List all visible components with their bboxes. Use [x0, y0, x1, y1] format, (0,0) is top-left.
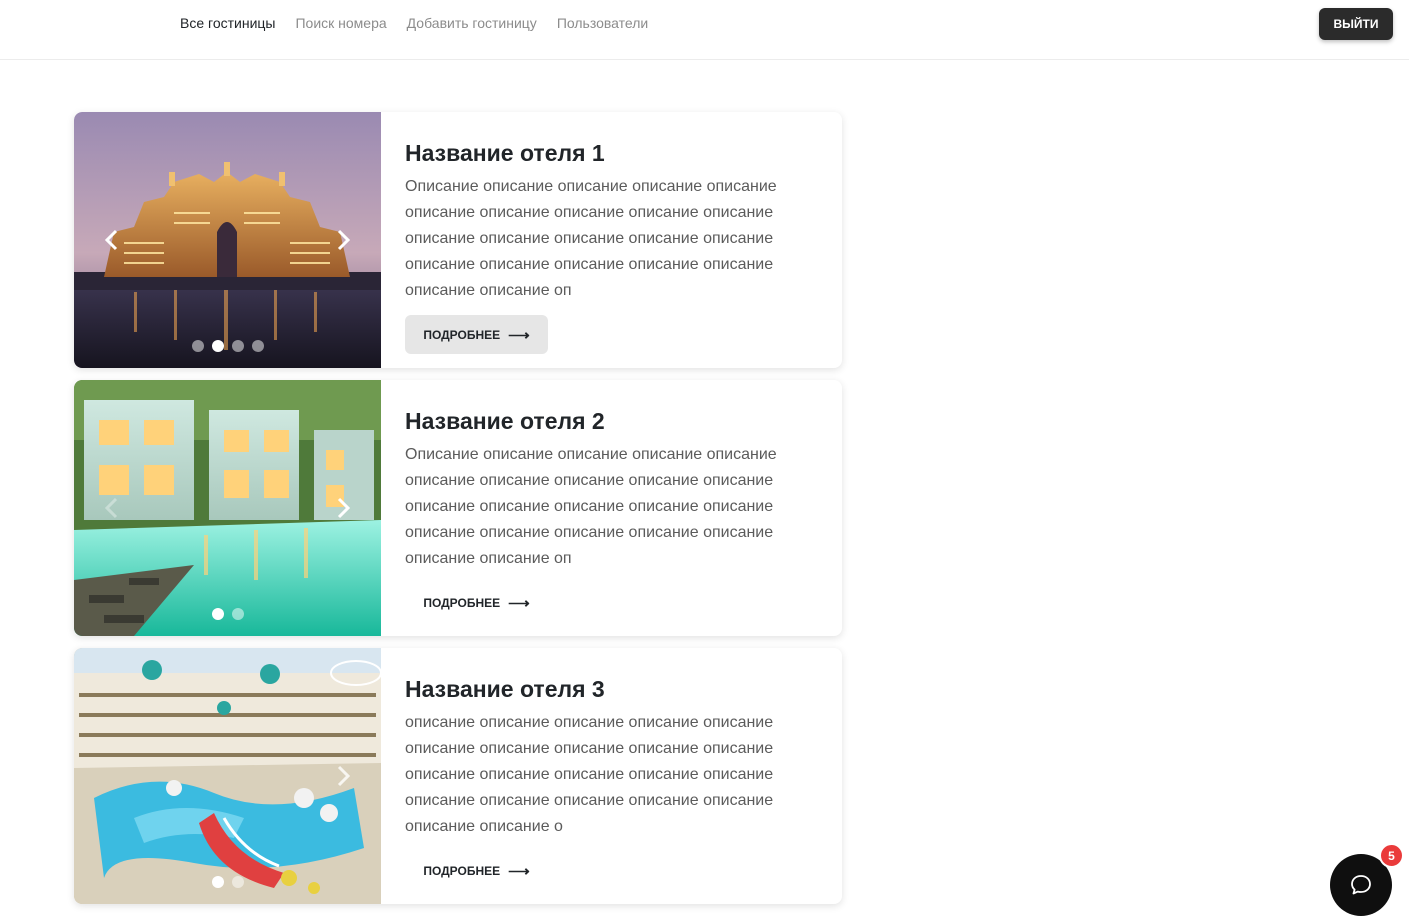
carousel-indicators: [74, 876, 381, 888]
nav-link-add-hotel[interactable]: Добавить гостиницу: [407, 14, 537, 32]
hotel-card-body: Название отеля 2 Описание описание описа…: [405, 406, 805, 572]
more-button[interactable]: ПОДРОБНЕЕ ⟶: [405, 315, 548, 354]
hotel-card: Название отеля 2 Описание описание описа…: [74, 380, 842, 636]
more-button[interactable]: ПОДРОБНЕЕ ⟶: [405, 583, 548, 622]
hotel-description: Описание описание описание описание опис…: [405, 178, 777, 299]
hotel-title: Название отеля 2: [405, 408, 605, 434]
hotel-card: Название отеля 3 описание описание описа…: [74, 648, 842, 904]
carousel-dot-active[interactable]: [211, 340, 224, 352]
arrow-right-icon: ⟶: [508, 594, 530, 612]
carousel-dot[interactable]: [231, 608, 244, 620]
hotel-image-carousel[interactable]: [74, 648, 381, 904]
carousel-dot[interactable]: [191, 340, 204, 352]
nav-link-room-search[interactable]: Поиск номера: [295, 14, 386, 32]
nav-link-users[interactable]: Пользователи: [557, 14, 648, 32]
hotel-card-body: Название отеля 1 Описание описание описа…: [405, 138, 805, 304]
chat-bubble-icon: [1351, 875, 1371, 895]
hotel-description: описание описание описание описание опис…: [405, 714, 774, 835]
nav-link-all-hotels[interactable]: Все гостиницы: [180, 14, 275, 32]
chevron-left-icon: [104, 497, 118, 519]
chevron-left-icon: [104, 229, 118, 251]
hotel-title: Название отеля 1: [405, 140, 605, 166]
carousel-dot-active[interactable]: [211, 876, 224, 888]
top-header: Все гостиницы Поиск номера Добавить гост…: [0, 0, 1409, 60]
chevron-right-icon: [337, 229, 351, 251]
carousel-next-arrow[interactable]: [331, 496, 355, 520]
hotel-description: Описание описание описание описание опис…: [405, 446, 777, 567]
main-nav: Все гостиницы Поиск номера Добавить гост…: [180, 14, 648, 32]
hotel-image-carousel[interactable]: [74, 380, 381, 636]
hotel-image-carousel[interactable]: [74, 112, 381, 368]
hotel-card-body: Название отеля 3 описание описание описа…: [405, 674, 805, 840]
hotel-card: Название отеля 1 Описание описание описа…: [74, 112, 842, 368]
more-button-label: ПОДРОБНЕЕ: [423, 863, 501, 878]
carousel-indicators: [74, 340, 381, 352]
carousel-dot[interactable]: [231, 876, 244, 888]
carousel-dot[interactable]: [231, 340, 244, 352]
carousel-dot[interactable]: [251, 340, 264, 352]
arrow-right-icon: ⟶: [508, 326, 530, 344]
carousel-prev-arrow[interactable]: [100, 496, 124, 520]
carousel-next-arrow[interactable]: [331, 228, 355, 252]
arrow-right-icon: ⟶: [508, 862, 530, 880]
chevron-right-icon: [337, 765, 351, 787]
chat-unread-badge: 5: [1379, 843, 1404, 868]
carousel-prev-arrow[interactable]: [100, 228, 124, 252]
more-button-label: ПОДРОБНЕЕ: [423, 327, 501, 342]
carousel-indicators: [74, 608, 381, 620]
carousel-next-arrow[interactable]: [331, 764, 355, 788]
logout-button[interactable]: ВЫЙТИ: [1319, 8, 1393, 40]
hotel-title: Название отеля 3: [405, 676, 605, 702]
chevron-right-icon: [337, 497, 351, 519]
more-button[interactable]: ПОДРОБНЕЕ ⟶: [405, 851, 548, 890]
more-button-label: ПОДРОБНЕЕ: [423, 595, 501, 610]
carousel-dot-active[interactable]: [211, 608, 224, 620]
